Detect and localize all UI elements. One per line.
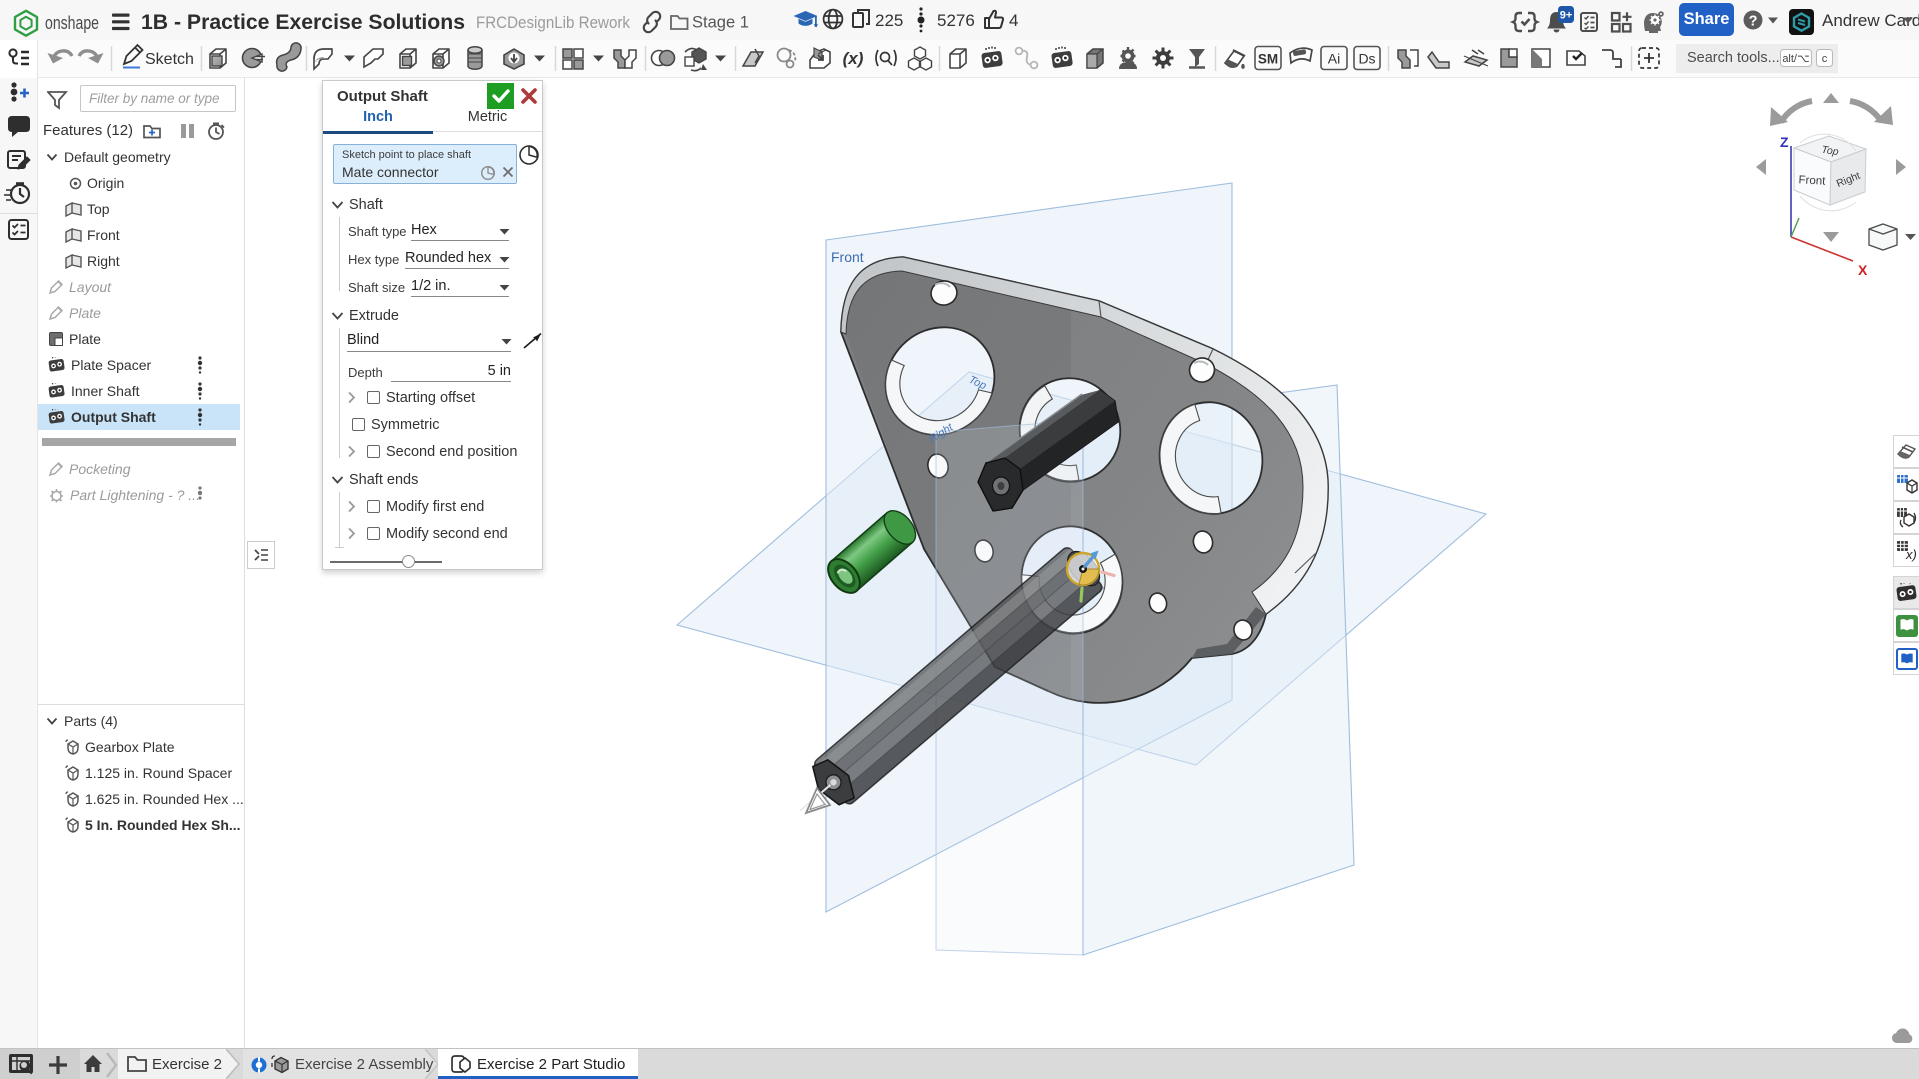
svg-text:9+: 9+ bbox=[1560, 10, 1573, 22]
svg-text:Search tools...: Search tools... bbox=[1687, 50, 1780, 66]
svg-text:c: c bbox=[1822, 53, 1828, 65]
svg-text:Sketch: Sketch bbox=[145, 51, 194, 68]
svg-text:225: 225 bbox=[875, 11, 903, 30]
svg-text:4: 4 bbox=[1009, 11, 1018, 30]
svg-text:Andrew Card: Andrew Card bbox=[1822, 11, 1919, 30]
svg-text:alt/⌥: alt/⌥ bbox=[1782, 53, 1809, 65]
svg-text:Front: Front bbox=[831, 249, 864, 265]
svg-text:Stage 1: Stage 1 bbox=[692, 14, 749, 32]
svg-text:Ai: Ai bbox=[1328, 51, 1340, 67]
svg-text:Z: Z bbox=[1780, 134, 1789, 150]
svg-text:1B - Practice Exercise Solutio: 1B - Practice Exercise Solutions bbox=[141, 10, 465, 34]
svg-text:x): x) bbox=[1905, 547, 1917, 562]
svg-text:(x): (x) bbox=[843, 49, 864, 68]
svg-text:5276: 5276 bbox=[937, 11, 975, 30]
svg-text:Ds: Ds bbox=[1358, 51, 1375, 67]
svg-text:?: ? bbox=[1749, 14, 1758, 30]
svg-text:onshape: onshape bbox=[45, 13, 99, 33]
svg-text:Front: Front bbox=[1798, 174, 1826, 187]
svg-text:X: X bbox=[1858, 262, 1868, 278]
svg-text:FRCDesignLib Rework: FRCDesignLib Rework bbox=[476, 13, 630, 32]
svg-text:SM: SM bbox=[1258, 52, 1278, 67]
